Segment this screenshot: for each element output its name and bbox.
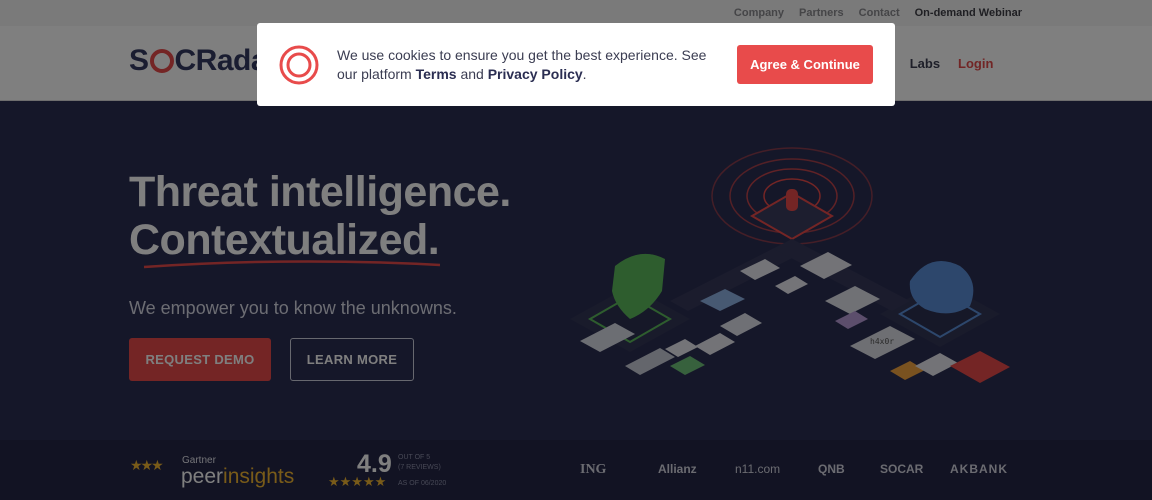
terms-link[interactable]: Terms	[416, 66, 457, 82]
privacy-policy-link[interactable]: Privacy Policy	[488, 66, 583, 82]
agree-continue-button[interactable]: Agree & Continue	[737, 45, 873, 84]
cookie-radar-icon	[279, 45, 319, 85]
cookie-banner: We use cookies to ensure you get the bes…	[257, 23, 895, 106]
cookie-and: and	[456, 66, 488, 82]
cookie-period: .	[582, 66, 587, 82]
cookie-message: We use cookies to ensure you get the bes…	[337, 46, 722, 84]
